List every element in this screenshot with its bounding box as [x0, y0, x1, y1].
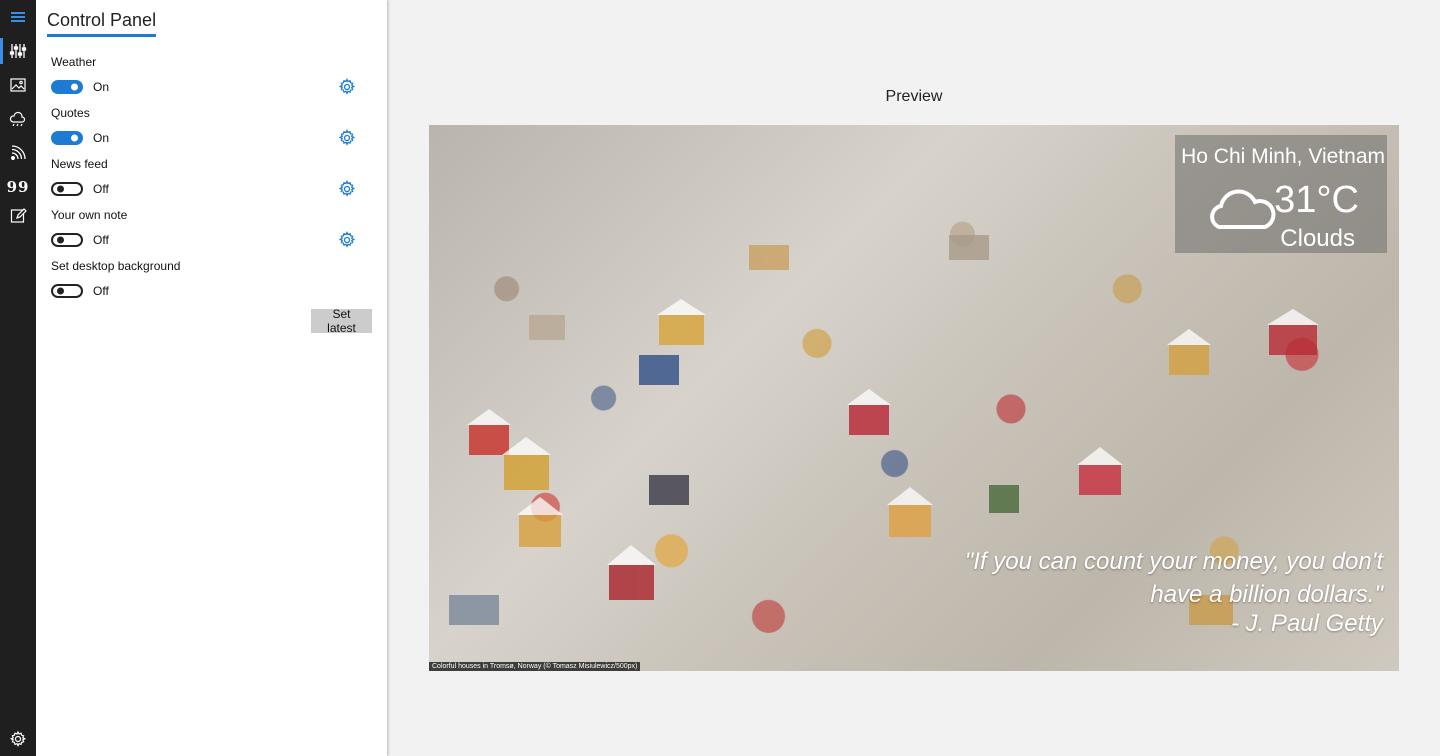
preview-image: Ho Chi Minh, Vietnam 31°C Clouds "If you…	[429, 125, 1399, 671]
nav-weather[interactable]	[0, 102, 36, 136]
setting-label: Your own note	[51, 208, 128, 222]
weather-settings-gear-icon[interactable]	[338, 78, 356, 96]
weather-city: Ho Chi Minh, Vietnam	[1181, 145, 1385, 168]
quotes-toggle[interactable]	[51, 131, 83, 145]
quote-icon: 99	[6, 178, 30, 196]
preview-label: Preview	[885, 88, 943, 105]
image-caption: Colorful houses in Tromsø, Norway (© Tom…	[429, 662, 641, 671]
toggle-state: Off	[93, 233, 109, 247]
toggle-state: On	[93, 131, 110, 145]
setting-desktop-background: Set desktop background Off	[51, 259, 371, 301]
nav-background[interactable]	[0, 68, 36, 102]
weather-toggle[interactable]	[51, 80, 83, 94]
menu-button[interactable]	[0, 0, 36, 34]
news-feed-toggle[interactable]	[51, 182, 83, 196]
toggle-state: Off	[93, 182, 109, 196]
quote-author: - J. Paul Getty	[1230, 610, 1383, 637]
nav-note[interactable]	[0, 199, 36, 233]
desktop-background-toggle[interactable]	[51, 284, 83, 298]
setting-quotes: Quotes On	[51, 106, 371, 148]
edit-note-icon	[10, 208, 27, 223]
setting-label: Set desktop background	[51, 259, 181, 273]
nav-control-panel[interactable]	[0, 34, 36, 68]
image-icon	[10, 78, 26, 92]
toggle-state: On	[93, 80, 110, 94]
set-latest-button[interactable]: Set latest	[311, 307, 372, 335]
control-panel: Control Panel Weather On Quotes On News …	[36, 0, 387, 756]
setting-label: Quotes	[51, 106, 90, 120]
setting-own-note: Your own note Off	[51, 208, 371, 250]
icon-rail: 99	[0, 0, 36, 756]
weather-widget: Ho Chi Minh, Vietnam 31°C Clouds	[1175, 135, 1387, 253]
sliders-icon	[9, 44, 27, 58]
setting-news-feed: News feed Off	[51, 157, 371, 199]
panel-title: Control Panel	[47, 10, 157, 37]
gear-icon	[9, 730, 27, 747]
rss-icon	[11, 145, 26, 160]
setting-label: Weather	[51, 55, 97, 69]
weather-icon	[9, 111, 26, 127]
app-settings-button[interactable]	[0, 722, 36, 756]
news-feed-settings-gear-icon[interactable]	[338, 180, 356, 198]
menu-icon	[11, 12, 25, 22]
quotes-settings-gear-icon[interactable]	[338, 129, 356, 147]
cloud-icon	[1210, 189, 1276, 229]
nav-news-feed[interactable]	[0, 136, 36, 170]
setting-weather: Weather On	[51, 55, 371, 97]
own-note-toggle[interactable]	[51, 233, 83, 247]
weather-condition: Clouds	[1280, 225, 1355, 252]
own-note-settings-gear-icon[interactable]	[338, 231, 356, 249]
toggle-state: Off	[93, 284, 109, 298]
quote-text: "If you can count your money, you don't …	[964, 548, 1383, 608]
weather-temperature: 31°C	[1274, 179, 1359, 221]
setting-label: News feed	[51, 157, 108, 171]
